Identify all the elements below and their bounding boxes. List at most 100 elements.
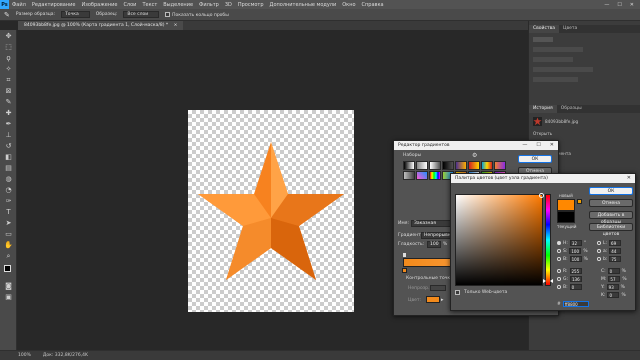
history-brush-tool-icon[interactable]: ↺: [4, 142, 13, 151]
tab-swatches[interactable]: Образцы: [557, 105, 586, 113]
eyedropper-tool-icon[interactable]: ✎: [4, 98, 13, 107]
stop-color-swatch[interactable]: [426, 296, 440, 303]
shape-tool-icon[interactable]: ▭: [4, 230, 13, 239]
menu-3d[interactable]: 3D: [222, 2, 235, 8]
hue-slider-handle-right[interactable]: [550, 279, 553, 283]
gradient-editor-titlebar[interactable]: Редактор градиентов — ☐ ✕: [394, 141, 558, 150]
hue-slider-handle-left[interactable]: [543, 279, 546, 283]
maximize-button[interactable]: ☐: [617, 2, 621, 8]
gradient-preset[interactable]: [455, 161, 467, 170]
smoothness-input[interactable]: 100: [427, 241, 441, 248]
tab-colors[interactable]: Цвета: [559, 25, 581, 33]
gradient-preset[interactable]: [481, 161, 493, 170]
path-selection-tool-icon[interactable]: ➤: [4, 219, 13, 228]
zoom-tool-icon[interactable]: ⌕: [4, 252, 13, 261]
gradient-name-input[interactable]: Заказная: [411, 220, 451, 227]
gradient-preset[interactable]: [403, 161, 415, 170]
history-item[interactable]: Открыть: [533, 131, 552, 136]
r-input[interactable]: 255: [569, 268, 582, 274]
radio-s[interactable]: [557, 249, 561, 253]
stop-color-dropdown-icon[interactable]: ▸: [441, 297, 444, 303]
blur-tool-icon[interactable]: ◍: [4, 175, 13, 184]
web-colors-checkbox[interactable]: [455, 290, 460, 295]
zoom-level[interactable]: 100%: [18, 353, 31, 358]
menu-edit[interactable]: Редактирование: [29, 2, 79, 8]
crop-tool-icon[interactable]: ⌗: [4, 76, 13, 85]
magic-wand-tool-icon[interactable]: ✧: [4, 65, 13, 74]
picker-ok-button[interactable]: ОК: [589, 187, 633, 195]
a-input[interactable]: 44: [609, 248, 622, 254]
stop-opacity-input[interactable]: [430, 285, 446, 291]
gradient-preset[interactable]: [416, 161, 428, 170]
radio-a[interactable]: [597, 249, 601, 253]
close-window-button[interactable]: ✕: [630, 2, 634, 8]
screen-mode-icon[interactable]: ▣: [4, 293, 13, 302]
out-of-gamut-warning-icon[interactable]: [577, 199, 582, 204]
b-input[interactable]: 100: [569, 256, 582, 262]
minimize-button[interactable]: —: [604, 2, 609, 8]
gradient-preset[interactable]: [403, 171, 415, 180]
m-input[interactable]: 57: [608, 276, 621, 282]
radio-g[interactable]: [557, 277, 561, 281]
menu-view[interactable]: Просмотр: [235, 2, 267, 8]
gradient-preset[interactable]: [429, 161, 441, 170]
lab-b-input[interactable]: 75: [609, 256, 622, 262]
menu-layers[interactable]: Слои: [120, 2, 139, 8]
current-color-swatch[interactable]: [557, 211, 575, 223]
document-tab[interactable]: 84093bb8fe.jpg @ 100% (Карта градиента 1…: [18, 21, 184, 30]
color-stop-left[interactable]: [402, 268, 407, 273]
marquee-tool-icon[interactable]: ⬚: [4, 43, 13, 52]
radio-blue[interactable]: [557, 285, 561, 289]
show-ring-option[interactable]: Показать кольцо пробы: [165, 11, 229, 18]
quick-mask-icon[interactable]: ◙: [4, 282, 13, 291]
menu-window[interactable]: Окно: [339, 2, 358, 8]
menu-help[interactable]: Справка: [359, 2, 387, 8]
gradient-preset[interactable]: [442, 161, 454, 170]
radio-lab-b[interactable]: [597, 257, 601, 261]
tab-properties[interactable]: Свойства: [529, 25, 559, 33]
pen-tool-icon[interactable]: ✑: [4, 197, 13, 206]
gradient-tool-icon[interactable]: ▤: [4, 164, 13, 173]
close-icon[interactable]: ✕: [627, 174, 631, 183]
gradient-type-select[interactable]: Непрерывн: [421, 232, 451, 239]
menu-plugins[interactable]: Дополнительные модули: [267, 2, 340, 8]
menu-type[interactable]: Текст: [139, 2, 160, 8]
gradient-preset[interactable]: [429, 171, 441, 180]
gradient-preset[interactable]: [494, 161, 506, 170]
blue-input[interactable]: 0: [569, 284, 582, 290]
color-picker-titlebar[interactable]: Палитра цветов (цвет узла градиента) ✕: [451, 174, 635, 183]
color-swatches-icon[interactable]: [4, 265, 14, 275]
sample-size-select[interactable]: Точка: [61, 11, 90, 18]
foreground-color-swatch[interactable]: [4, 265, 11, 272]
eyedropper-tool-icon[interactable]: ✎: [4, 11, 10, 19]
type-tool-icon[interactable]: T: [4, 208, 13, 217]
close-tab-icon[interactable]: ×: [174, 23, 178, 28]
history-snapshot-thumbnail[interactable]: [533, 117, 542, 126]
history-file-label[interactable]: 84093bb8fe.jpg: [545, 119, 578, 124]
maximize-icon[interactable]: ☐: [536, 141, 540, 150]
healing-brush-tool-icon[interactable]: ✚: [4, 109, 13, 118]
document-canvas[interactable]: [188, 110, 354, 312]
presets-gear-icon[interactable]: ⚙: [472, 152, 477, 159]
opacity-stop-left[interactable]: [403, 253, 406, 257]
add-to-swatches-button[interactable]: Добавить в образцы: [589, 211, 633, 225]
radio-r[interactable]: [557, 269, 561, 273]
menu-image[interactable]: Изображение: [78, 2, 120, 8]
radio-l[interactable]: [597, 241, 601, 245]
brush-tool-icon[interactable]: ✒: [4, 120, 13, 129]
h-input[interactable]: 32: [569, 240, 582, 246]
close-icon[interactable]: ✕: [550, 141, 554, 150]
tab-history[interactable]: История: [529, 105, 557, 113]
saturation-brightness-field[interactable]: [455, 193, 544, 286]
minimize-icon[interactable]: —: [522, 141, 527, 150]
color-libraries-button[interactable]: Библиотеки цветов: [589, 223, 633, 237]
gradient-ok-button[interactable]: ОК: [518, 155, 552, 163]
g-input[interactable]: 136: [570, 276, 583, 282]
gradient-preset[interactable]: [468, 161, 480, 170]
gradient-preset[interactable]: [416, 171, 428, 180]
radio-b[interactable]: [557, 257, 561, 261]
picker-cancel-button[interactable]: Отмена: [589, 199, 633, 207]
photoshop-logo-icon[interactable]: Ps: [0, 0, 9, 9]
show-ring-checkbox[interactable]: [165, 11, 171, 17]
hand-tool-icon[interactable]: ✋: [4, 241, 13, 250]
